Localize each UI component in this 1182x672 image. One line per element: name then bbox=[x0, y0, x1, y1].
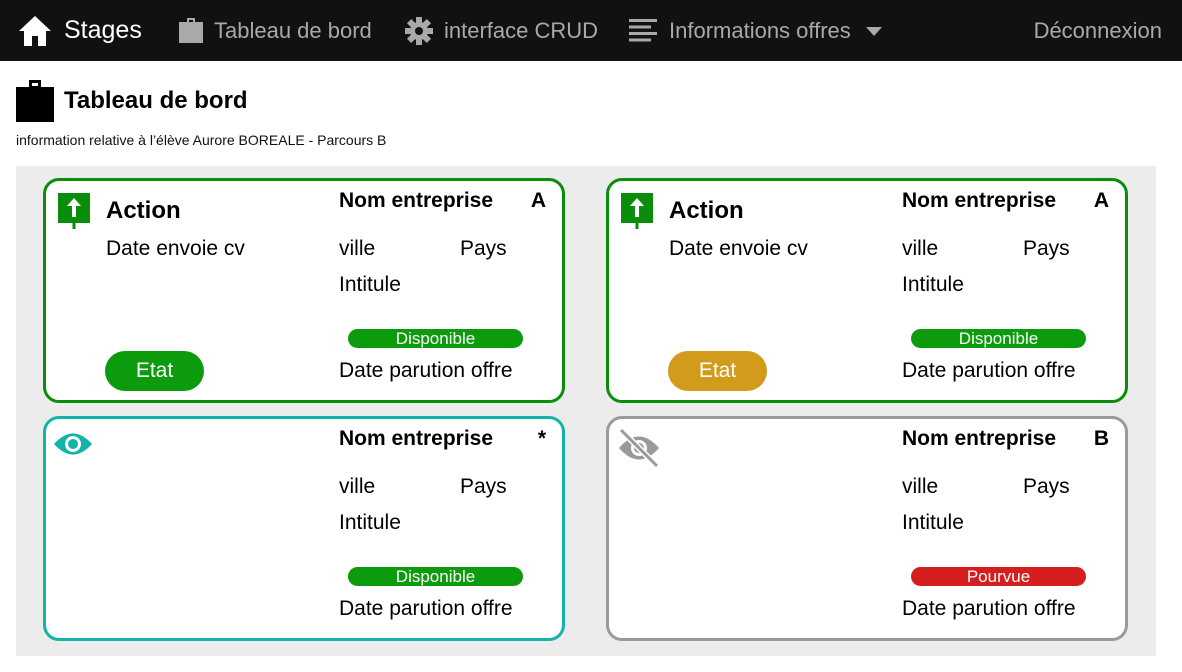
status-badge: Disponible bbox=[911, 329, 1086, 348]
card-pays: Pays bbox=[1023, 237, 1070, 260]
offer-card[interactable]: Nom entreprise * ville Pays Intitule Dis… bbox=[43, 416, 565, 641]
nav-offres-label: Informations offres bbox=[669, 17, 851, 43]
nav-crud[interactable]: interface CRUD bbox=[404, 0, 598, 61]
offer-card[interactable]: Action Date envoie cv Nom entreprise A v… bbox=[43, 178, 565, 403]
card-grade: B bbox=[1093, 427, 1109, 450]
offer-card[interactable]: Nom entreprise B ville Pays Intitule Pou… bbox=[606, 416, 1128, 641]
upload-arrow-icon bbox=[621, 193, 653, 229]
card-grade: * bbox=[537, 427, 546, 450]
clipboard-icon bbox=[16, 80, 54, 122]
card-parution: Date parution offre bbox=[902, 597, 1076, 620]
card-intitule: Intitule bbox=[902, 273, 964, 296]
page-subtitle: information relative à l’élève Aurore BO… bbox=[16, 132, 387, 148]
logout-link[interactable]: Déconnexion bbox=[1034, 0, 1162, 61]
card-action: Action bbox=[669, 197, 744, 224]
nav-offres-dropdown[interactable]: Informations offres bbox=[629, 0, 883, 61]
gear-icon bbox=[405, 16, 433, 45]
card-parution: Date parution offre bbox=[339, 359, 513, 382]
card-grade: A bbox=[530, 189, 546, 212]
offer-card[interactable]: Action Date envoie cv Nom entreprise A v… bbox=[606, 178, 1128, 403]
card-intitule: Intitule bbox=[339, 273, 401, 296]
status-badge: Pourvue bbox=[911, 567, 1086, 586]
chevron-down-icon bbox=[865, 26, 882, 36]
upload-arrow-icon bbox=[58, 193, 90, 229]
page-title: Tableau de bord bbox=[64, 87, 248, 114]
clipboard-icon bbox=[179, 17, 203, 43]
page-header: Tableau de bord bbox=[16, 80, 248, 122]
card-action: Action bbox=[106, 197, 181, 224]
home-icon bbox=[19, 15, 51, 46]
card-company: Nom entreprise bbox=[902, 189, 1057, 212]
card-ville: ville bbox=[902, 475, 939, 498]
card-pays: Pays bbox=[1023, 475, 1070, 498]
nav-dashboard-label: Tableau de bord bbox=[214, 17, 372, 43]
card-pays: Pays bbox=[460, 475, 507, 498]
eye-icon[interactable] bbox=[52, 429, 94, 459]
card-ville: ville bbox=[339, 237, 376, 260]
card-company: Nom entreprise bbox=[339, 427, 494, 450]
card-ville: ville bbox=[902, 237, 939, 260]
nav-dashboard[interactable]: Tableau de bord bbox=[178, 0, 372, 61]
status-badge: Disponible bbox=[348, 329, 523, 348]
card-date-cv: Date envoie cv bbox=[106, 237, 245, 260]
card-parution: Date parution offre bbox=[339, 597, 513, 620]
top-navbar: Stages Tableau de bord interface CRUD In… bbox=[0, 0, 1182, 61]
list-lines-icon bbox=[629, 18, 657, 41]
card-grade: A bbox=[1093, 189, 1109, 212]
offers-grid: Action Date envoie cv Nom entreprise A v… bbox=[16, 166, 1156, 656]
card-intitule: Intitule bbox=[339, 511, 401, 534]
card-date-cv: Date envoie cv bbox=[669, 237, 808, 260]
card-pays: Pays bbox=[460, 237, 507, 260]
brand-label: Stages bbox=[64, 16, 142, 44]
etat-button[interactable]: Etat bbox=[668, 351, 767, 391]
card-intitule: Intitule bbox=[902, 511, 964, 534]
eye-off-icon[interactable] bbox=[617, 427, 661, 469]
nav-crud-label: interface CRUD bbox=[444, 17, 599, 43]
card-ville: ville bbox=[339, 475, 376, 498]
logout-label: Déconnexion bbox=[1033, 17, 1162, 43]
card-parution: Date parution offre bbox=[902, 359, 1076, 382]
status-badge: Disponible bbox=[348, 567, 523, 586]
etat-button[interactable]: Etat bbox=[105, 351, 204, 391]
nav-brand-stages[interactable]: Stages bbox=[18, 0, 142, 61]
card-company: Nom entreprise bbox=[902, 427, 1057, 450]
card-company: Nom entreprise bbox=[339, 189, 494, 212]
